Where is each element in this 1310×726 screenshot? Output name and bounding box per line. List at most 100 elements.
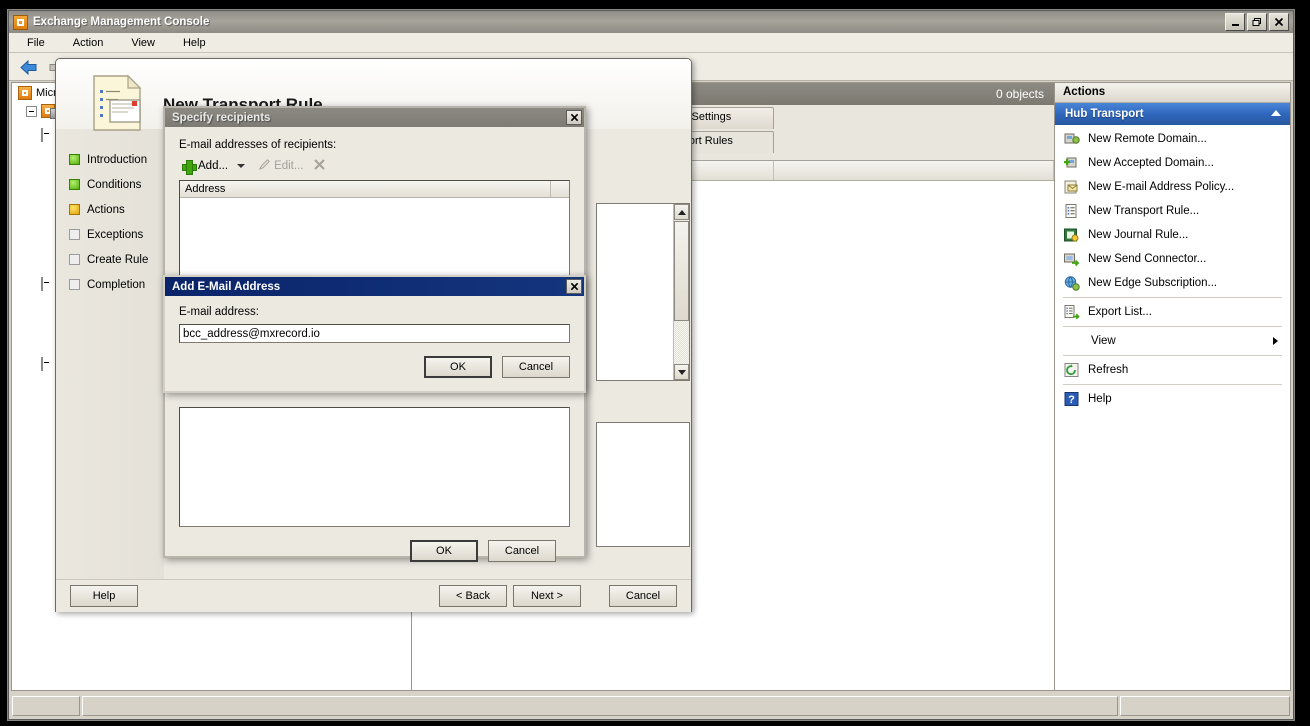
actions-separator-4	[1063, 384, 1282, 385]
action-new-email-address-policy[interactable]: New E-mail Address Policy...	[1055, 175, 1290, 199]
edit-button[interactable]: Edit...	[255, 157, 306, 175]
action-new-accepted-domain[interactable]: New Accepted Domain...	[1055, 151, 1290, 175]
statusbar	[11, 695, 1291, 717]
close-icon[interactable]	[566, 110, 582, 125]
add-button[interactable]: Add...	[179, 159, 231, 174]
wizard-step-introduction[interactable]: Introduction	[56, 147, 164, 172]
actions-separator-1	[1063, 297, 1282, 298]
close-icon[interactable]	[566, 279, 582, 294]
wizard-cancel-button[interactable]: Cancel	[609, 585, 677, 607]
action-label: New Transport Rule...	[1088, 205, 1199, 217]
next-button[interactable]: Next >	[513, 585, 581, 607]
tree-expander-group-3[interactable]	[41, 358, 43, 370]
tree-expander-group-2[interactable]	[41, 278, 43, 290]
recipients-ok-button[interactable]: OK	[410, 540, 478, 562]
back-button[interactable]: < Back	[439, 585, 507, 607]
menu-help[interactable]: Help	[179, 35, 210, 51]
step-status-icon	[69, 154, 80, 165]
column-header-address[interactable]: Address	[180, 181, 551, 197]
edge-subscription-icon	[1063, 275, 1080, 291]
add-email-button-row: OK Cancel	[179, 343, 570, 378]
add-email-cancel-button[interactable]: Cancel	[502, 356, 570, 378]
tree-root-label: Micr	[36, 87, 57, 99]
close-button[interactable]	[1269, 13, 1289, 31]
action-export-list[interactable]: Export List...	[1055, 300, 1290, 324]
email-address-label: E-mail address:	[179, 306, 570, 318]
triangle-down-icon	[678, 370, 686, 375]
transport-rule-icon	[1063, 203, 1080, 219]
email-policy-icon	[1063, 179, 1080, 195]
action-refresh[interactable]: Refresh	[1055, 358, 1290, 382]
actions-group-hub-transport[interactable]: Hub Transport	[1055, 103, 1290, 125]
export-list-icon	[1063, 304, 1080, 320]
remove-x-icon	[313, 158, 326, 174]
add-email-address-dialog: Add E-Mail Address E-mail address: OK Ca…	[163, 275, 586, 393]
recipients-toolbar: Add... Edit...	[179, 157, 570, 175]
tree-expander-group-1[interactable]	[41, 129, 43, 141]
action-new-journal-rule[interactable]: New Journal Rule...	[1055, 223, 1290, 247]
wizard-step-completion[interactable]: Completion	[56, 272, 164, 297]
actions-pane-title: Actions	[1055, 83, 1290, 103]
help-button[interactable]: Help	[70, 585, 138, 607]
back-arrow-icon[interactable]	[19, 58, 41, 76]
refresh-icon	[1063, 362, 1080, 378]
minimize-button[interactable]	[1225, 13, 1245, 31]
menubar: File Action View Help	[9, 33, 1293, 53]
action-label: New Remote Domain...	[1088, 133, 1207, 145]
wizard-step-actions[interactable]: Actions	[56, 197, 164, 222]
column-header-spacer	[551, 181, 569, 197]
action-view[interactable]: View	[1055, 329, 1290, 353]
add-email-body: E-mail address: OK Cancel	[165, 296, 584, 378]
action-help[interactable]: ? Help	[1055, 387, 1290, 411]
tree-expander-icon[interactable]	[41, 277, 43, 291]
action-new-send-connector[interactable]: New Send Connector...	[1055, 247, 1290, 271]
remove-button[interactable]	[310, 157, 329, 175]
scroll-thumb[interactable]	[674, 221, 689, 321]
tree-expander-icon[interactable]	[41, 357, 43, 371]
menu-view[interactable]: View	[127, 35, 159, 51]
status-cell-1	[12, 696, 80, 716]
wizard-bg-listbox[interactable]	[596, 203, 690, 381]
svg-text:?: ?	[1068, 394, 1075, 406]
actions-item-list: New Remote Domain... New Accepted Domain…	[1055, 125, 1290, 690]
exchange-icon	[18, 86, 32, 100]
scroll-down-button[interactable]	[674, 364, 689, 380]
wizard-step-create-rule[interactable]: Create Rule	[56, 247, 164, 272]
step-label: Completion	[87, 279, 145, 291]
menu-file[interactable]: File	[23, 35, 49, 51]
scroll-up-button[interactable]	[674, 204, 689, 220]
dialog-title: Add E-Mail Address	[172, 281, 280, 293]
chevron-down-icon[interactable]	[237, 164, 245, 168]
chevron-up-icon[interactable]	[1270, 108, 1282, 120]
step-status-icon	[69, 204, 80, 215]
restore-button[interactable]	[1247, 13, 1267, 31]
recipients-list-header: Address	[180, 181, 569, 198]
dialog-title: Specify recipients	[172, 112, 270, 124]
specify-recipients-titlebar: Specify recipients	[165, 108, 584, 127]
actions-separator-3	[1063, 355, 1282, 356]
step-status-icon	[69, 179, 80, 190]
action-new-edge-subscription[interactable]: New Edge Subscription...	[1055, 271, 1290, 295]
wizard-bg-listbox-2[interactable]	[596, 422, 690, 547]
chevron-right-icon	[1273, 337, 1278, 345]
add-email-ok-button[interactable]: OK	[424, 356, 492, 378]
action-label: New Edge Subscription...	[1088, 277, 1217, 289]
wizard-listbox-scrollbar[interactable]	[673, 204, 689, 380]
action-label: Refresh	[1088, 364, 1128, 376]
column-header-extra[interactable]	[774, 161, 1054, 180]
recipients-cancel-button[interactable]: Cancel	[488, 540, 556, 562]
wizard-step-exceptions[interactable]: Exceptions	[56, 222, 164, 247]
step-status-icon	[69, 279, 80, 290]
recipients-secondary-listbox[interactable]	[179, 407, 570, 527]
status-cell-3	[1120, 696, 1290, 716]
action-new-remote-domain[interactable]: New Remote Domain...	[1055, 127, 1290, 151]
tree-expander-icon[interactable]	[41, 128, 43, 142]
exchange-org-icon	[41, 104, 55, 118]
action-new-transport-rule[interactable]: New Transport Rule...	[1055, 199, 1290, 223]
email-address-input[interactable]	[179, 324, 570, 343]
wizard-step-conditions[interactable]: Conditions	[56, 172, 164, 197]
exchange-icon	[13, 15, 28, 30]
help-icon: ?	[1063, 391, 1080, 407]
menu-action[interactable]: Action	[69, 35, 108, 51]
tree-expander-icon[interactable]	[26, 106, 37, 117]
